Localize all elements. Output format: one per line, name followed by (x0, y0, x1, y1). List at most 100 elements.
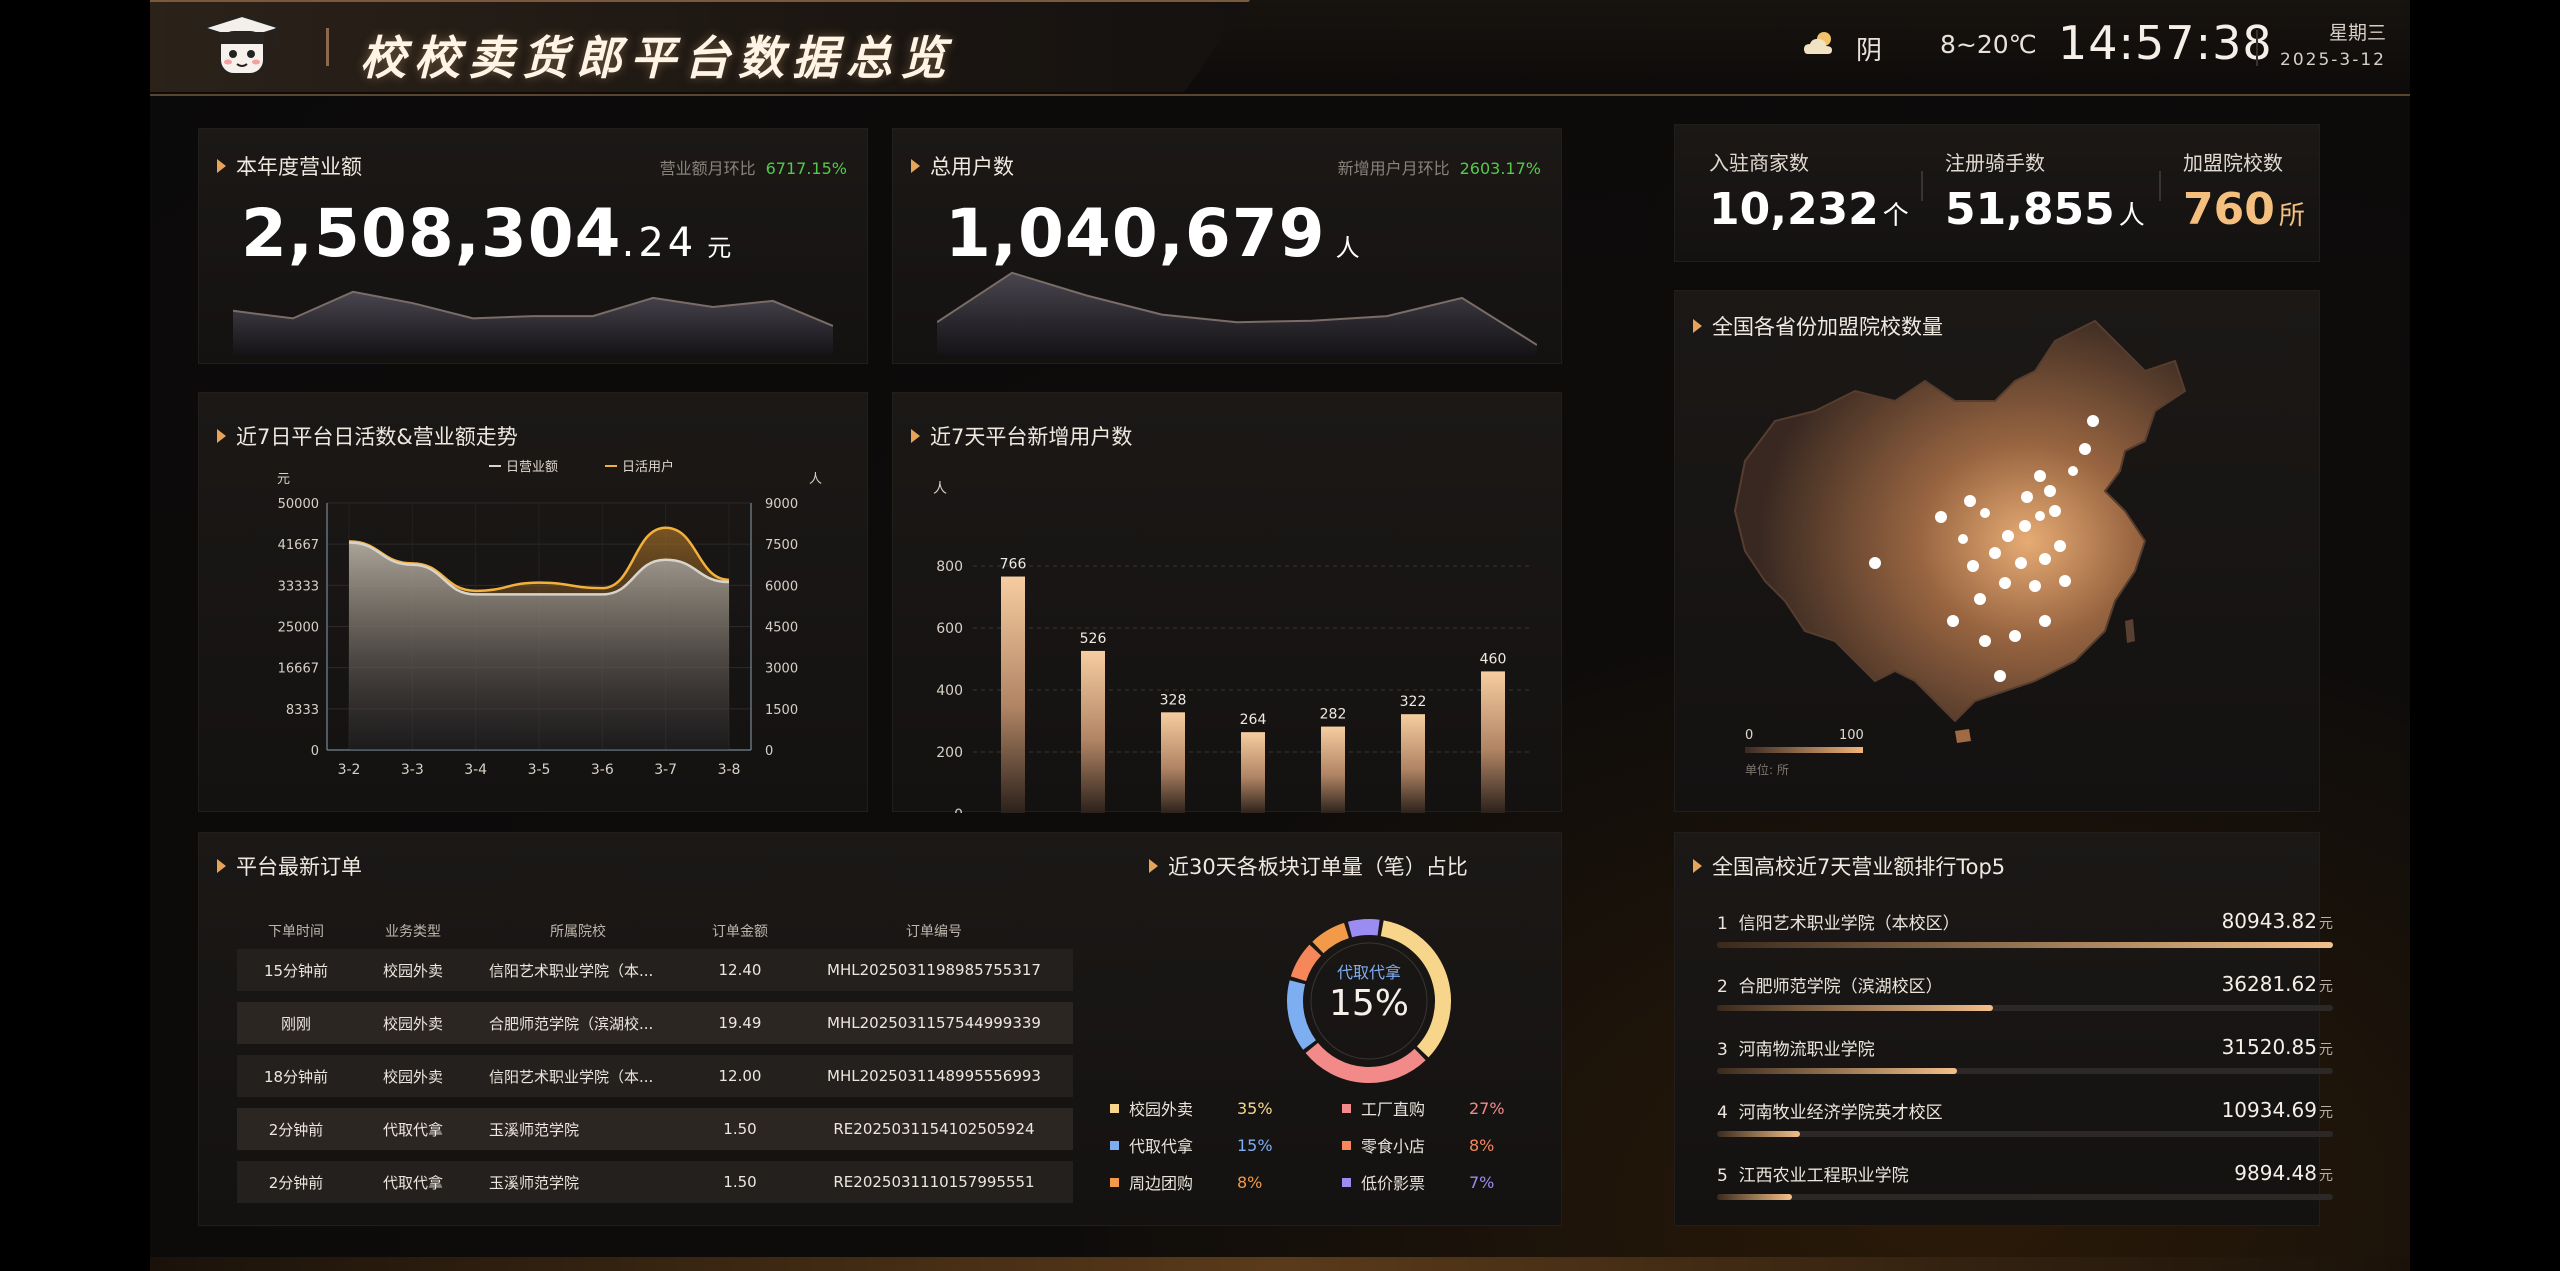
table-row[interactable]: 2分钟前 代取代拿 玉溪师范学院 1.50 RE2025031154102505924 (237, 1108, 1073, 1150)
x-tick: 3-6 (591, 762, 614, 778)
x-tick: 3-5 (528, 762, 551, 778)
legend-name: 周边团购 (1129, 1174, 1194, 1193)
stat-divider (1921, 171, 1923, 201)
y-left-tick: 50000 (278, 497, 319, 512)
legend-swatch (1342, 1140, 1351, 1150)
orders-table: 下单时间 业务类型 所属院校 订单金额 订单编号 15分钟前 校园外卖 信阳艺术职业… (237, 913, 1073, 1214)
x-tick: 3-2 (338, 762, 361, 778)
legend-label: 日活用户 (622, 459, 674, 475)
cell-amount: 12.40 (718, 961, 762, 979)
ranking-item[interactable]: 2 合肥师范学院（滨湖校区） 36281.62 元 (1717, 972, 2333, 1011)
bar-value-label: 264 (1240, 712, 1267, 728)
y-right-tick: 4500 (765, 621, 798, 636)
legend-swatch (1110, 1140, 1119, 1150)
table-row[interactable]: 刚刚 校园外卖 合肥师范学院（滨湖校... 19.49 MHL2025031157544… (237, 1002, 1073, 1044)
bar (1241, 732, 1265, 813)
legend-swatch (1342, 1103, 1351, 1113)
ranking-item[interactable]: 1 信阳艺术职业学院（本校区） 80943.82 元 (1717, 909, 2333, 948)
legend-percent: 35% (1237, 1098, 1273, 1118)
table-row[interactable]: 15分钟前 校园外卖 信阳艺术职业学院（本... 12.40 MHL2025031198… (237, 949, 1073, 991)
trend-chart: 日营业额 日活用户元 人 0 8333 16667 25000 33333 41667 50000… (277, 459, 822, 778)
weather-text: 阴 (1856, 36, 1883, 66)
map-legend-bar (1745, 747, 1863, 753)
legend-percent: 8% (1469, 1135, 1495, 1155)
revenue-sparkline (233, 290, 833, 355)
bar-value-label: 460 (1480, 651, 1507, 667)
legend-item[interactable]: 低价影票 7% (1342, 1170, 1494, 1194)
cell-type: 代取代拿 (382, 1173, 443, 1192)
orders-panel: 平台最新订单 下单时间 业务类型 所属院校 订单金额 订单编号 15分钟前 校园外… (198, 832, 1562, 1226)
sparkline-area (233, 291, 833, 355)
ranking-item[interactable]: 5 江西农业工程职业学院 9894.48 元 (1717, 1161, 2333, 1200)
cell-no: RE2025031110157995551 (833, 1173, 1035, 1191)
temperature: 8~20℃ (1940, 30, 2037, 59)
footer-bar (150, 1257, 2410, 1271)
table-row[interactable]: 18分钟前 校园外卖 信阳艺术职业学院（本... 12.00 MHL2025031148… (237, 1055, 1073, 1097)
ranking-row: 2 合肥师范学院（滨湖校区） 36281.62 元 (1717, 972, 2333, 997)
sparkline-area (937, 272, 1537, 355)
users-sparkline (937, 271, 1537, 355)
table-header: 下单时间 业务类型 所属院校 订单金额 订单编号 (268, 924, 962, 940)
legend-item[interactable]: 代取代拿 15% (1110, 1133, 1273, 1157)
map-panel: 全国各省份加盟院校数量 0 100 单位: 所 (1674, 290, 2320, 812)
cell-school: 信阳艺术职业学院（本... (489, 961, 654, 980)
cell-amount: 19.49 (718, 1014, 762, 1032)
panel-title: 全国高校近7天营业额排行Top5 (1693, 851, 2005, 881)
legend-item[interactable]: 零食小店 8% (1342, 1133, 1494, 1157)
stat-schools: 加盟院校数 760 所 (2183, 151, 2305, 235)
hainan-island (1955, 729, 1971, 743)
ranking-bar (1717, 1005, 1993, 1011)
legend-swatch (1110, 1177, 1119, 1187)
newusers-bar-chart: 人02004006008007663-45263-53283-62643-728… (933, 481, 1533, 813)
y-tick: 0 (954, 807, 963, 813)
legend-item[interactable]: 工厂直购 27% (1342, 1096, 1505, 1120)
stat-riders: 注册骑手数 51,855 人 (1945, 151, 2145, 235)
legend-name: 零食小店 (1361, 1137, 1426, 1156)
legend-swatch (1110, 1103, 1119, 1113)
panel-title: 总用户数 (911, 151, 1014, 181)
table-row[interactable]: 2分钟前 代取代拿 玉溪师范学院 1.50 RE2025031110157995551 (237, 1161, 1073, 1203)
panel-title: 平台最新订单 (217, 851, 362, 881)
y-right-tick: 3000 (765, 662, 798, 677)
ranking-track (1717, 1005, 2333, 1011)
y-right-tick: 7500 (765, 538, 798, 553)
donut-center-label: 代取代拿 (1336, 963, 1401, 982)
bar (1001, 576, 1025, 813)
y-left-tick: 16667 (278, 662, 319, 677)
ranking-item[interactable]: 4 河南牧业经济学院英才校区 10934.69 元 (1717, 1098, 2333, 1137)
legend-name: 代取代拿 (1129, 1137, 1194, 1156)
x-tick: 3-4 (464, 762, 487, 778)
map-legend-min: 0 (1745, 728, 1754, 743)
ranking-item[interactable]: 3 河南物流职业学院 31520.85 元 (1717, 1035, 2333, 1074)
arrow-icon (1693, 319, 1702, 333)
arrow-icon (217, 159, 226, 173)
users-panel: 总用户数 新增用户月环比 2603.17% 1,040,679 人 (892, 128, 1562, 364)
legend-item[interactable]: 校园外卖 35% (1110, 1096, 1273, 1120)
cell-time: 2分钟前 (268, 1120, 324, 1139)
stats-panel: 入驻商家数 10,232 个 注册骑手数 51,855 人 加盟院校数 760 所 (1674, 124, 2320, 262)
cell-school: 合肥师范学院（滨湖校... (489, 1014, 654, 1033)
trend-panel: 近7日平台日活数&营业额走势 日营业额 日活用户元 人 0 8333 16667 25000… (198, 392, 868, 812)
legend-percent: 15% (1237, 1135, 1273, 1155)
bar (1321, 726, 1345, 813)
ranking-name: 5 江西农业工程职业学院 (1717, 1166, 1909, 1186)
mascot-logo-icon (202, 14, 282, 75)
y-right-tick: 0 (765, 744, 773, 759)
arrow-icon (217, 859, 226, 873)
ranking-track (1717, 1194, 2333, 1200)
legend-item[interactable]: 周边团购 8% (1110, 1170, 1262, 1194)
cell-type: 校园外卖 (382, 1067, 443, 1086)
revenue-panel: 本年度营业额 营业额月环比 6717.15% 2,508,304.24 元 (198, 128, 868, 364)
cell-no: MHL2025031157544999339 (827, 1014, 1041, 1032)
ranking-name: 1 信阳艺术职业学院（本校区） (1717, 914, 1960, 934)
newusers-panel: 近7天平台新增用户数 人02004006008007663-45263-5328… (892, 392, 1562, 813)
y-left-tick: 33333 (278, 579, 319, 594)
table-body: 15分钟前 校园外卖 信阳艺术职业学院（本... 12.40 MHL2025031198… (237, 949, 1073, 1203)
cell-time: 刚刚 (280, 1014, 311, 1033)
ranking-row: 5 江西农业工程职业学院 9894.48 元 (1717, 1161, 2333, 1186)
bar-value-label: 766 (1000, 557, 1027, 573)
ranking-value: 80943.82 元 (2221, 909, 2333, 933)
dashboard-screen: 校校卖货郎平台数据总览 阴 8~20℃ 14:57:38 星期三 2025-3-… (150, 0, 2410, 1271)
date: 2025-3-12 (2280, 50, 2386, 70)
china-map (1733, 319, 2187, 743)
